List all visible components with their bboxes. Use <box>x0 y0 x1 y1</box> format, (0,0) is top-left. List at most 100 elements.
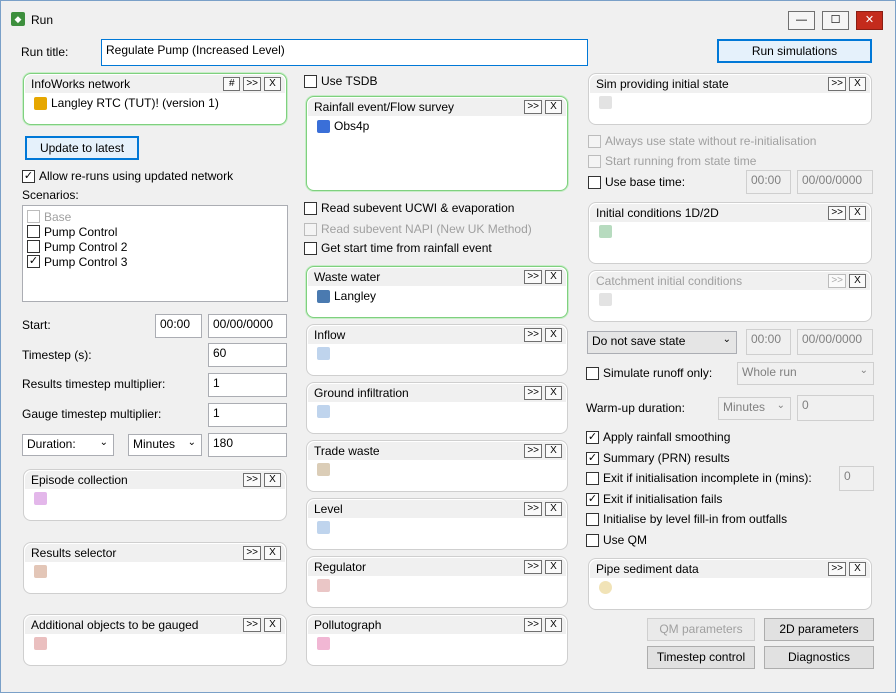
clear-button[interactable]: X <box>849 562 866 576</box>
waste-water-item[interactable]: Langley <box>317 289 376 303</box>
more-button[interactable]: >> <box>524 386 542 400</box>
warmup-units-select[interactable]: Minutes ⌄ <box>718 397 791 420</box>
warmup-input[interactable]: 0 <box>797 395 874 421</box>
duration-input[interactable]: 180 <box>208 433 287 457</box>
exit-incomplete-checkbox[interactable]: Exit if initialisation incomplete in (mi… <box>586 471 812 485</box>
minutes-select[interactable]: Minutes ⌄ <box>128 434 202 456</box>
update-to-latest-button[interactable]: Update to latest <box>25 136 139 160</box>
more-button[interactable]: >> <box>524 100 542 114</box>
sim-initial-state-group[interactable]: Sim providing initial state >> X <box>588 73 872 125</box>
clear-button[interactable]: X <box>545 560 562 574</box>
catchment-initial-group[interactable]: Catchment initial conditions >> X <box>588 270 872 322</box>
diagnostics-button[interactable]: Diagnostics <box>764 646 874 669</box>
hash-button[interactable]: # <box>223 77 241 91</box>
rainfall-event-group[interactable]: Rainfall event/Flow survey >> X Obs4p <box>306 96 568 191</box>
more-button[interactable]: >> <box>828 274 846 288</box>
trade-waste-group[interactable]: Trade waste >> X <box>306 440 568 492</box>
more-button[interactable]: >> <box>524 560 542 574</box>
more-button[interactable]: >> <box>524 328 542 342</box>
clear-button[interactable]: X <box>849 274 866 288</box>
use-tsdb-checkbox[interactable]: Use TSDB <box>304 74 377 88</box>
read-napi-checkbox[interactable]: Read subevent NAPI (New UK Method) <box>304 222 532 236</box>
more-button[interactable]: >> <box>243 546 261 560</box>
scenario-item[interactable]: Pump Control 2 <box>23 239 287 254</box>
start-time-input[interactable]: 00:00 <box>155 314 202 338</box>
2d-parameters-button[interactable]: 2D parameters <box>764 618 874 641</box>
more-button[interactable]: >> <box>524 270 542 284</box>
run-simulations-button[interactable]: Run simulations <box>717 39 872 63</box>
ground-infiltration-group[interactable]: Ground infiltration >> X <box>306 382 568 434</box>
clear-button[interactable]: X <box>545 618 562 632</box>
waste-water-group[interactable]: Waste water >> X Langley <box>306 266 568 318</box>
initial-conditions-group[interactable]: Initial conditions 1D/2D >> X <box>588 202 872 264</box>
scenario-item[interactable]: Base <box>23 209 287 224</box>
start-date-input[interactable]: 00/00/0000 <box>208 314 287 338</box>
base-time-input[interactable]: 00:00 <box>746 170 791 194</box>
more-button[interactable]: >> <box>524 444 542 458</box>
save-state-select[interactable]: Do not save state ⌄ <box>587 331 737 354</box>
simulate-runoff-checkbox[interactable]: Simulate runoff only: <box>586 366 712 380</box>
clear-button[interactable]: X <box>264 618 281 632</box>
more-button[interactable]: >> <box>243 618 261 632</box>
scenarios-list[interactable]: Base Pump Control Pump Control 2 ✓ Pump C… <box>22 205 288 302</box>
clear-button[interactable]: X <box>264 473 281 487</box>
more-button[interactable]: >> <box>243 473 261 487</box>
close-button[interactable]: ✕ <box>856 11 883 30</box>
pollutograph-group[interactable]: Pollutograph >> X <box>306 614 568 666</box>
get-start-time-checkbox[interactable]: Get start time from rainfall event <box>304 241 492 255</box>
regulator-group[interactable]: Regulator >> X <box>306 556 568 608</box>
init-level-fill-checkbox[interactable]: Initialise by level fill-in from outfall… <box>586 512 787 526</box>
clear-button[interactable]: X <box>849 206 866 220</box>
clear-button[interactable]: X <box>545 270 562 284</box>
read-ucwi-checkbox[interactable]: Read subevent UCWI & evaporation <box>304 201 514 215</box>
use-qm-checkbox[interactable]: Use QM <box>586 533 647 547</box>
more-button[interactable]: >> <box>828 562 846 576</box>
exit-fails-checkbox[interactable]: ✓ Exit if initialisation fails <box>586 492 722 506</box>
more-button[interactable]: >> <box>828 206 846 220</box>
clear-button[interactable]: X <box>264 77 281 91</box>
results-mult-input[interactable]: 1 <box>208 373 287 397</box>
pipe-sediment-group[interactable]: Pipe sediment data >> X <box>588 558 872 610</box>
exit-incomplete-input[interactable]: 0 <box>839 466 874 491</box>
save-time-input[interactable]: 00:00 <box>746 329 791 355</box>
use-base-time-checkbox[interactable]: Use base time: <box>588 175 685 189</box>
more-button[interactable]: >> <box>828 77 846 91</box>
clear-button[interactable]: X <box>545 386 562 400</box>
timestep-control-button[interactable]: Timestep control <box>647 646 755 669</box>
always-use-state-checkbox[interactable]: Always use state without re-initialisati… <box>588 134 816 148</box>
run-title-input[interactable]: Regulate Pump (Increased Level) <box>101 39 588 66</box>
apply-rainfall-smoothing-checkbox[interactable]: ✓ Apply rainfall smoothing <box>586 430 730 444</box>
summary-prn-checkbox[interactable]: ✓ Summary (PRN) results <box>586 451 730 465</box>
clear-button[interactable]: X <box>545 100 562 114</box>
base-date-input[interactable]: 00/00/0000 <box>797 170 873 194</box>
additional-objects-group[interactable]: Additional objects to be gauged >> X <box>23 614 287 666</box>
clear-button[interactable]: X <box>545 444 562 458</box>
clear-button[interactable]: X <box>545 502 562 516</box>
episode-collection-group[interactable]: Episode collection >> X <box>23 469 287 521</box>
more-button[interactable]: >> <box>524 502 542 516</box>
more-button[interactable]: >> <box>243 77 261 91</box>
level-group[interactable]: Level >> X <box>306 498 568 550</box>
minimize-button[interactable]: — <box>788 11 815 30</box>
scenario-item[interactable]: ✓ Pump Control 3 <box>23 254 287 269</box>
more-button[interactable]: >> <box>524 618 542 632</box>
gauge-mult-input[interactable]: 1 <box>208 403 287 427</box>
timestep-label: Timestep (s): <box>22 348 92 362</box>
timestep-input[interactable]: 60 <box>208 343 287 367</box>
clear-button[interactable]: X <box>545 328 562 342</box>
scenario-item[interactable]: Pump Control <box>23 224 287 239</box>
network-item[interactable]: Langley RTC (TUT)! (version 1) <box>34 96 219 110</box>
duration-select[interactable]: Duration: ⌄ <box>22 434 114 456</box>
results-selector-group[interactable]: Results selector >> X <box>23 542 287 594</box>
qm-parameters-button[interactable]: QM parameters <box>647 618 755 641</box>
rainfall-item[interactable]: Obs4p <box>317 119 369 133</box>
start-running-checkbox[interactable]: Start running from state time <box>588 154 756 168</box>
maximize-button[interactable]: ☐ <box>822 11 849 30</box>
whole-run-select[interactable]: Whole run ⌄ <box>737 362 874 385</box>
inflow-group[interactable]: Inflow >> X <box>306 324 568 376</box>
allow-reruns-checkbox[interactable]: ✓ Allow re-runs using updated network <box>22 169 233 183</box>
save-date-input[interactable]: 00/00/0000 <box>797 329 873 355</box>
clear-button[interactable]: X <box>264 546 281 560</box>
clear-button[interactable]: X <box>849 77 866 91</box>
infoworks-network-group[interactable]: InfoWorks network # >> X Langley RTC (TU… <box>23 73 287 125</box>
